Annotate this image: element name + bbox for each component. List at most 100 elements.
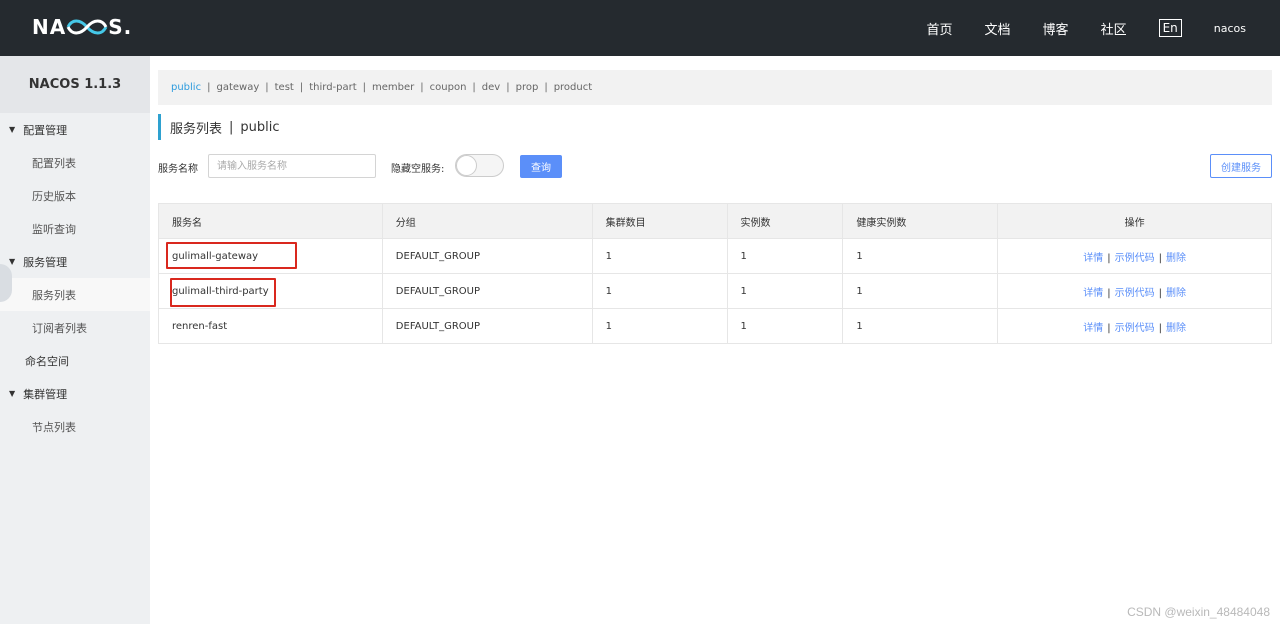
page-title: 服务列表 | public — [158, 114, 280, 140]
namespace-test[interactable]: test — [275, 82, 294, 93]
namespace-bar: public | gateway | test | third-part | m… — [158, 70, 1272, 105]
cell-healthy: 1 — [842, 238, 999, 274]
delete-link[interactable]: 删除 — [1166, 323, 1186, 334]
namespace-separator: | — [265, 82, 269, 93]
sample-code-link[interactable]: 示例代码 — [1115, 323, 1155, 334]
watermark: CSDN @weixin_48484048 — [1127, 605, 1270, 619]
cell-group: DEFAULT_GROUP — [381, 308, 593, 344]
column-header-service-name: 服务名 — [158, 203, 383, 239]
detail-link[interactable]: 详情 — [1083, 288, 1103, 299]
sidebar-group-cluster[interactable]: ▼ 集群管理 — [0, 377, 150, 410]
cell-group: DEFAULT_GROUP — [381, 238, 593, 274]
user-name[interactable]: nacos — [1214, 22, 1246, 35]
cell-ops: 详情 | 示例代码 | 删除 — [997, 308, 1272, 344]
cell-clusters: 1 — [591, 308, 728, 344]
nav-blog[interactable]: 博客 — [1043, 19, 1069, 38]
column-header-healthy: 健康实例数 — [842, 203, 999, 239]
hide-empty-label: 隐藏空服务: — [391, 164, 445, 175]
namespace-separator: | — [299, 82, 304, 93]
op-separator: | — [1107, 287, 1111, 299]
table-row: gulimall-third-party DEFAULT_GROUP 1 1 1… — [158, 273, 1272, 309]
cell-ops: 详情 | 示例代码 | 删除 — [997, 238, 1272, 274]
sidebar-item-namespace[interactable]: 命名空间 — [0, 344, 150, 377]
op-separator: | — [1107, 322, 1111, 334]
logo-text-left: NA — [32, 15, 67, 39]
logo-wave-icon — [66, 19, 108, 35]
cell-clusters: 1 — [591, 238, 728, 274]
sidebar-title: NACOS 1.1.3 — [0, 56, 150, 113]
detail-link[interactable]: 详情 — [1083, 253, 1103, 264]
cell-healthy: 1 — [842, 273, 999, 309]
sidebar-item-subscribers[interactable]: 订阅者列表 — [0, 311, 150, 344]
sidebar-collapse-handle[interactable] — [0, 264, 12, 302]
service-name-label: 服务名称 — [158, 164, 198, 175]
namespace-dev[interactable]: dev — [482, 82, 500, 93]
cell-healthy: 1 — [842, 308, 999, 344]
sidebar-group-label: 集群管理 — [23, 387, 68, 401]
create-service-button[interactable]: 创建服务 — [1210, 154, 1272, 178]
namespace-coupon[interactable]: coupon — [430, 82, 467, 93]
namespace-third-part[interactable]: third-part — [309, 82, 356, 93]
page-title-text: 服务列表 — [170, 121, 223, 137]
sidebar-group-label: 服务管理 — [23, 255, 68, 269]
op-separator: | — [1158, 252, 1162, 264]
page-title-namespace: public — [240, 119, 280, 135]
sidebar-item-history[interactable]: 历史版本 — [0, 179, 150, 212]
cell-ops: 详情 | 示例代码 | 删除 — [997, 273, 1272, 309]
namespace-separator: | — [420, 82, 424, 93]
delete-link[interactable]: 删除 — [1166, 253, 1186, 264]
top-nav: 首页 文档 博客 社区 En nacos — [927, 0, 1280, 56]
cell-clusters: 1 — [591, 273, 728, 309]
sidebar-item-listener[interactable]: 监听查询 — [0, 212, 150, 245]
namespace-separator: | — [207, 82, 211, 93]
column-header-clusters: 集群数目 — [591, 203, 728, 239]
namespace-separator: | — [506, 82, 510, 93]
op-separator: | — [1158, 287, 1162, 299]
table-header-row: 服务名 分组 集群数目 实例数 健康实例数 操作 — [158, 203, 1272, 239]
table-row: renren-fast DEFAULT_GROUP 1 1 1 详情 | 示例代码 |… — [158, 308, 1272, 344]
namespace-separator: | — [362, 82, 367, 93]
caret-down-icon: ▼ — [9, 389, 16, 398]
cell-instances: 1 — [726, 273, 844, 309]
sidebar-item-nodes[interactable]: 节点列表 — [0, 410, 150, 443]
cell-instances: 1 — [726, 238, 844, 274]
namespace-product[interactable]: product — [554, 82, 592, 93]
namespace-prop[interactable]: prop — [516, 82, 539, 93]
query-button[interactable]: 查询 — [520, 155, 562, 178]
table-row: gulimall-gateway DEFAULT_GROUP 1 1 1 详情 |… — [158, 238, 1272, 274]
namespace-separator: | — [472, 82, 476, 93]
caret-down-icon: ▼ — [9, 125, 16, 134]
delete-link[interactable]: 删除 — [1166, 288, 1186, 299]
nacos-logo[interactable]: NA S. — [32, 14, 132, 40]
hide-empty-toggle[interactable] — [455, 154, 504, 177]
top-navbar: NA S. 首页 文档 博客 社区 En nacos — [0, 0, 1280, 56]
toggle-knob — [456, 155, 477, 176]
column-header-ops: 操作 — [997, 203, 1272, 239]
cell-group: DEFAULT_GROUP — [381, 273, 593, 309]
service-name-input[interactable] — [208, 154, 376, 178]
op-separator: | — [1107, 252, 1111, 264]
sidebar-item-service-list[interactable]: 服务列表 — [0, 278, 150, 311]
cell-instances: 1 — [726, 308, 844, 344]
cell-service-name: gulimall-gateway — [158, 238, 383, 274]
sidebar-group-service[interactable]: ▼ 服务管理 — [0, 245, 150, 278]
nav-docs[interactable]: 文档 — [985, 19, 1011, 38]
nav-community[interactable]: 社区 — [1101, 19, 1127, 38]
language-switch[interactable]: En — [1158, 19, 1182, 37]
column-header-instances: 实例数 — [726, 203, 844, 239]
column-header-group: 分组 — [381, 203, 593, 239]
sidebar-item-config-list[interactable]: 配置列表 — [0, 146, 150, 179]
cell-service-name: renren-fast — [158, 308, 383, 344]
namespace-member[interactable]: member — [372, 82, 414, 93]
sidebar-group-config[interactable]: ▼ 配置管理 — [0, 113, 150, 146]
namespace-separator: | — [544, 82, 548, 93]
namespace-public[interactable]: public — [171, 82, 201, 93]
namespace-gateway[interactable]: gateway — [216, 82, 259, 93]
detail-link[interactable]: 详情 — [1083, 323, 1103, 334]
sample-code-link[interactable]: 示例代码 — [1115, 253, 1155, 264]
logo-text-right: S. — [108, 15, 133, 39]
cell-service-name: gulimall-third-party — [158, 273, 383, 309]
nav-home[interactable]: 首页 — [927, 19, 953, 38]
sidebar: NACOS 1.1.3 ▼ 配置管理 配置列表 历史版本 监听查询 ▼ 服务管理… — [0, 56, 150, 624]
sample-code-link[interactable]: 示例代码 — [1115, 288, 1155, 299]
